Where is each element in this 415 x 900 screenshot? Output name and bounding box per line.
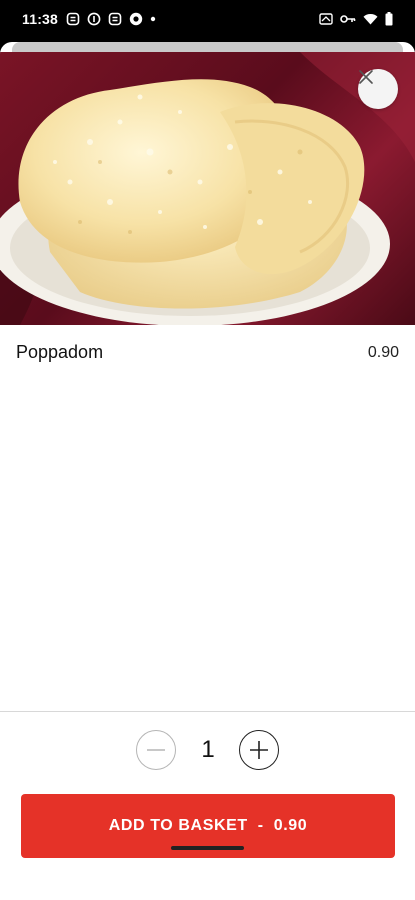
minus-icon <box>147 749 165 751</box>
item-image <box>0 52 415 325</box>
status-left-icons <box>66 12 156 26</box>
status-bar: 11:38 <box>0 0 415 42</box>
info-icon <box>87 12 101 26</box>
increase-quantity-button[interactable] <box>239 730 279 770</box>
order-footer: 1 ADD TO BASKET - 0.90 <box>0 711 415 900</box>
gesture-nav-handle[interactable] <box>171 846 244 850</box>
status-time: 11:38 <box>22 11 59 27</box>
quantity-stepper: 1 <box>0 730 415 774</box>
sync-icon <box>108 12 122 26</box>
dot-icon <box>150 16 156 22</box>
add-button-price: 0.90 <box>273 817 308 834</box>
status-right-icons <box>319 12 393 26</box>
item-detail-sheet: Poppadom 0.90 1 ADD TO BASKET - 0.90 <box>0 42 415 900</box>
battery-icon <box>385 12 393 26</box>
item-price: 0.90 <box>367 344 399 361</box>
wifi-icon <box>363 13 378 25</box>
poppadom-photo <box>0 52 415 325</box>
sheet-top-strip <box>12 42 403 52</box>
item-name: Poppadom <box>16 342 104 362</box>
record-icon <box>129 12 143 26</box>
item-info-row: Poppadom 0.90 <box>0 325 415 385</box>
close-icon <box>359 70 373 84</box>
add-button-separator: - <box>257 817 264 834</box>
sync-icon <box>66 12 80 26</box>
plus-icon <box>250 741 268 759</box>
close-button[interactable] <box>358 69 398 109</box>
cast-icon <box>319 13 333 25</box>
add-button-label: ADD TO BASKET <box>108 817 248 834</box>
decrease-quantity-button[interactable] <box>136 730 176 770</box>
quantity-value: 1 <box>201 736 215 763</box>
vpn-key-icon <box>340 15 356 23</box>
